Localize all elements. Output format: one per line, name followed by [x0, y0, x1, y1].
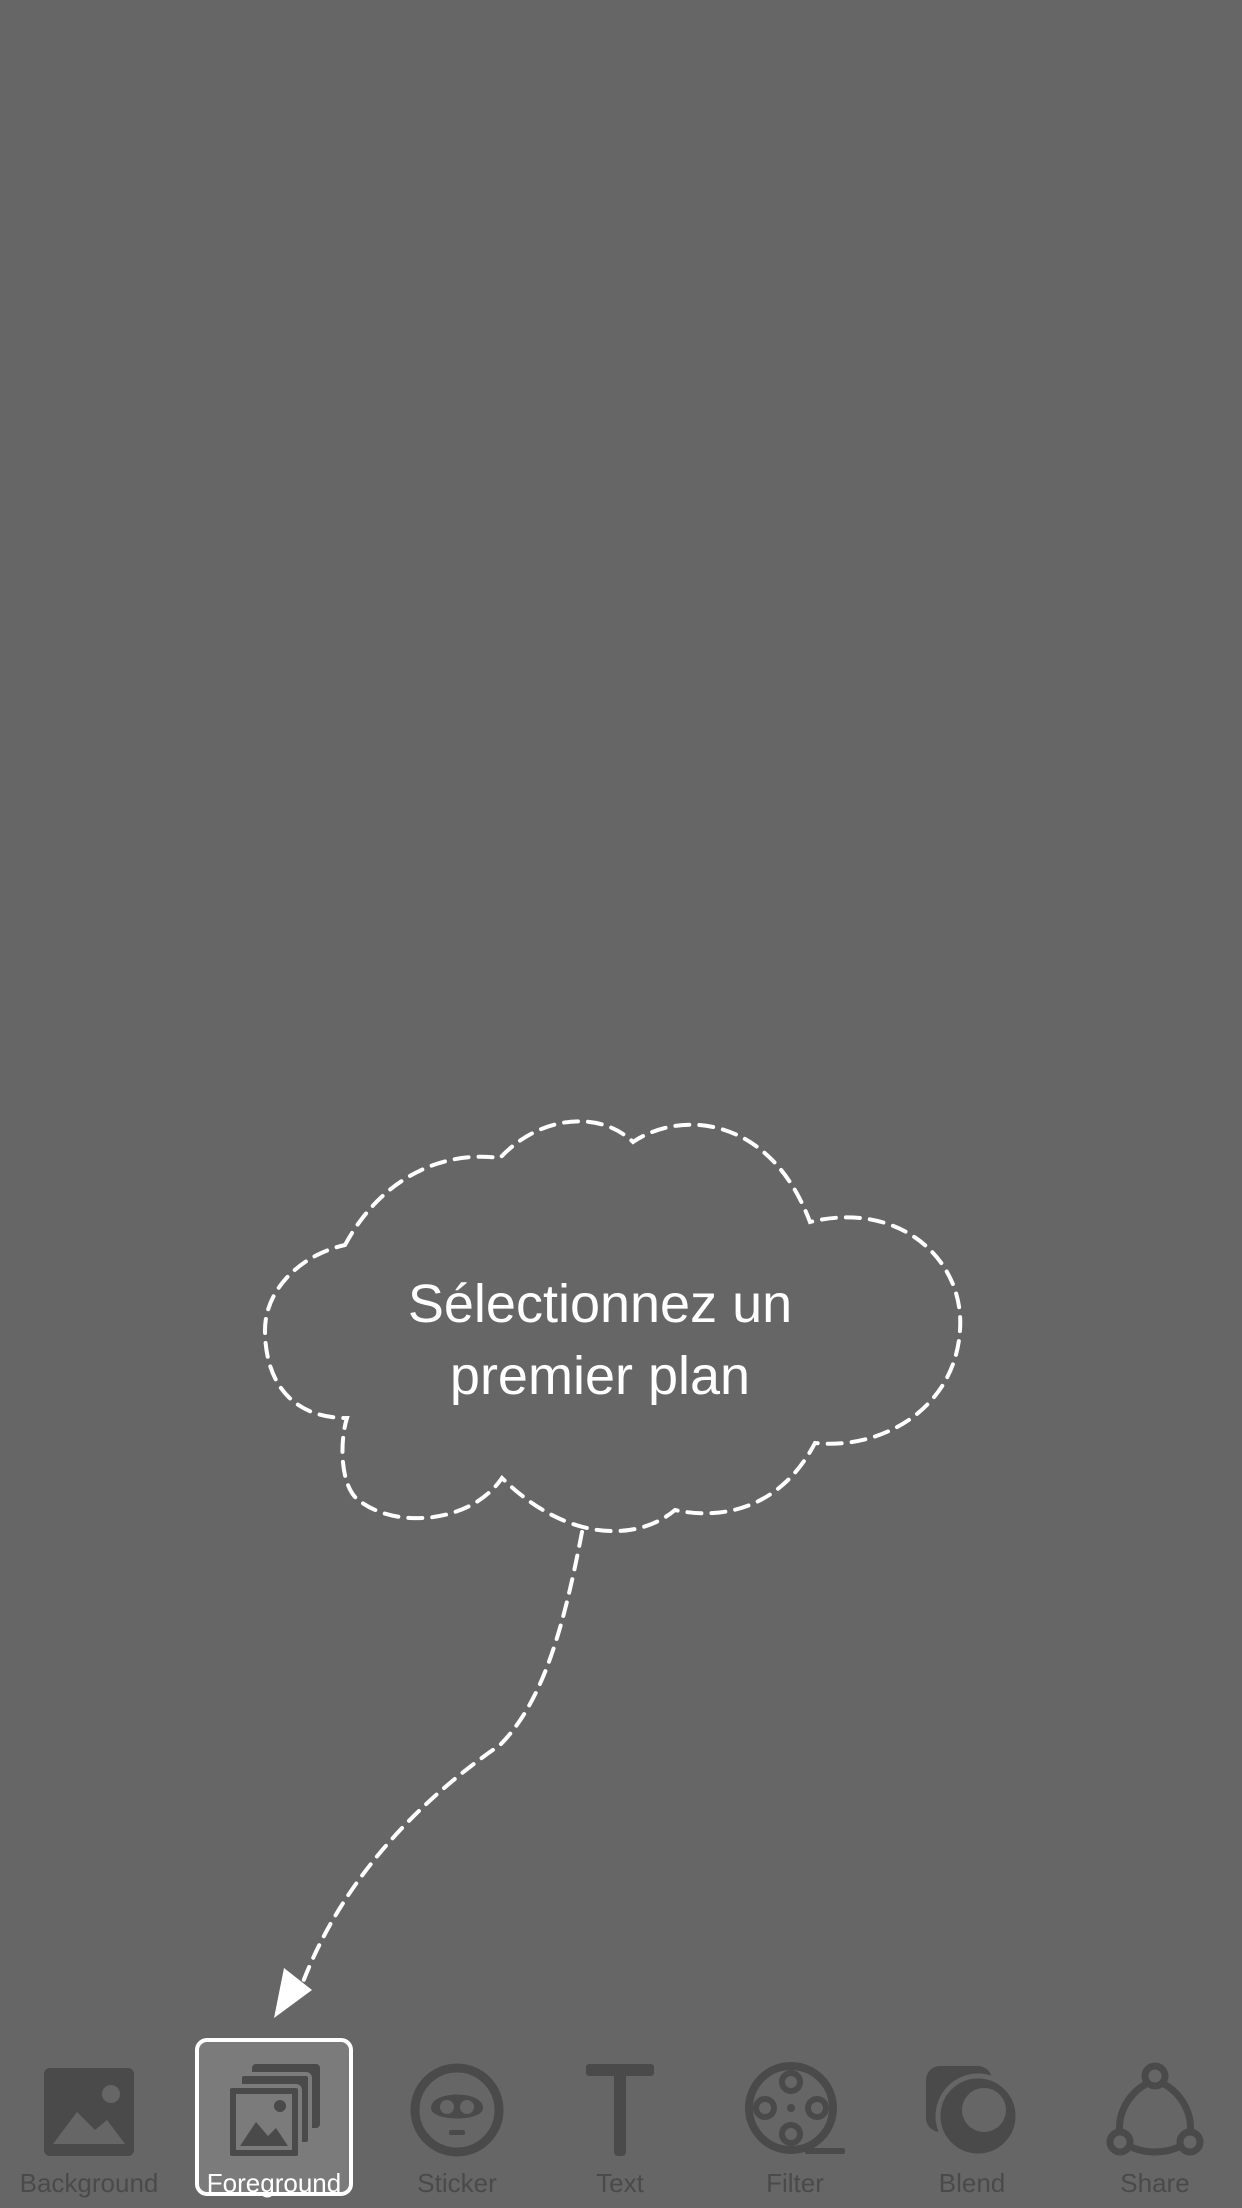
- tip-line-2: premier plan: [449, 1346, 751, 1406]
- image-icon: [39, 2060, 139, 2160]
- tool-background-label: Background: [19, 2168, 159, 2198]
- pointer-arrow-line: [298, 1530, 584, 1992]
- tip-overlay: [262, 1119, 963, 2018]
- tool-blend-label: Blend: [938, 2168, 1006, 2198]
- sticker-face-icon: [407, 2060, 507, 2160]
- tool-blend-button[interactable]: Blend: [893, 2038, 1051, 2198]
- bottom-toolbar: Background Foreground Sticker Text Filte…: [0, 2030, 1242, 2208]
- tool-background-button[interactable]: Background: [10, 2038, 168, 2198]
- tool-share-label: Share: [1120, 2168, 1190, 2198]
- tip-text: Sélectionnez un premier plan: [320, 1268, 880, 1412]
- blend-circles-icon: [922, 2060, 1022, 2160]
- tool-filter-label: Filter: [766, 2168, 824, 2198]
- tool-text-label: Text: [596, 2168, 644, 2198]
- tool-share-button[interactable]: Share: [1076, 2038, 1234, 2198]
- tool-filter-button[interactable]: Filter: [716, 2038, 874, 2198]
- editor-screen: Sélectionnez un premier plan Background: [0, 0, 1242, 2208]
- tool-foreground-button[interactable]: Foreground: [195, 2038, 353, 2198]
- film-reel-icon: [745, 2060, 845, 2160]
- layered-images-icon: [224, 2060, 324, 2160]
- tip-line-1: Sélectionnez un: [407, 1274, 793, 1334]
- tool-foreground-label: Foreground: [206, 2168, 342, 2198]
- tool-sticker-button[interactable]: Sticker: [378, 2038, 536, 2198]
- text-t-icon: [570, 2060, 670, 2160]
- share-nodes-icon: [1105, 2060, 1205, 2160]
- tool-text-button[interactable]: Text: [541, 2038, 699, 2198]
